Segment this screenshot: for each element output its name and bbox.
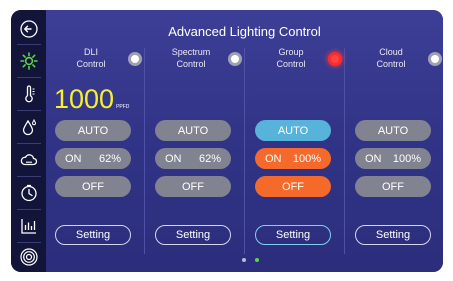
cloud-control-column: Cloud Control AUTO ON 100% OFF Setting [346, 46, 443, 256]
setting-button[interactable]: Setting [255, 225, 331, 245]
column-header: Cloud Control [346, 46, 443, 76]
chart-icon[interactable] [16, 213, 42, 239]
cloud-icon[interactable] [16, 147, 42, 173]
dli-control-column: DLI Control 1000 PPFD AUTO ON 62% OFF Sett… [46, 46, 146, 256]
column-label: Cloud Control [376, 47, 406, 69]
off-button[interactable]: OFF [155, 176, 231, 197]
spectrum-select-radio[interactable] [228, 52, 242, 66]
back-arrow-icon[interactable] [16, 16, 42, 42]
on-label: ON [265, 152, 282, 165]
timer-icon[interactable] [16, 180, 42, 206]
dli-unit: PPFD [116, 104, 130, 110]
dli-value: 1000 [54, 84, 115, 114]
on-button[interactable]: ON 100% [255, 148, 331, 169]
sun-icon[interactable] [16, 48, 42, 74]
spectrum-control-column: Spectrum Control AUTO ON 62% OFF Setting [146, 46, 246, 256]
group-select-radio[interactable] [328, 52, 342, 66]
column-label: Spectrum Control [171, 47, 211, 69]
off-button[interactable]: OFF [55, 176, 131, 197]
column-header: Group Control [246, 46, 346, 76]
sidebar-divider [17, 242, 41, 243]
on-percent: 100% [392, 152, 421, 165]
sidebar-divider [17, 176, 41, 177]
sidebar-divider [17, 110, 41, 111]
auto-button[interactable]: AUTO [155, 120, 231, 141]
on-label: ON [65, 152, 82, 165]
device-screen: Advanced Lighting Control DLI Control 10… [11, 10, 443, 272]
setting-button[interactable]: Setting [55, 225, 131, 245]
main-panel: Advanced Lighting Control DLI Control 10… [46, 10, 443, 272]
column-header: DLI Control [46, 46, 146, 76]
setting-button[interactable]: Setting [155, 225, 231, 245]
off-button[interactable]: OFF [355, 176, 431, 197]
on-percent: 100% [292, 152, 321, 165]
sidebar-divider [17, 44, 41, 45]
on-button[interactable]: ON 62% [55, 148, 131, 169]
sidebar [11, 10, 46, 272]
column-label: Group Control [276, 47, 306, 69]
off-button[interactable]: OFF [255, 176, 331, 197]
dli-select-radio[interactable] [128, 52, 142, 66]
column-header: Spectrum Control [146, 46, 246, 76]
on-label: ON [165, 152, 182, 165]
group-control-column: Group Control AUTO ON 100% OFF Setting [246, 46, 346, 256]
page-indicator [46, 258, 443, 266]
on-percent: 62% [98, 152, 121, 165]
auto-button[interactable]: AUTO [55, 120, 131, 141]
sidebar-divider [17, 77, 41, 78]
page-dot-active[interactable] [255, 258, 259, 262]
on-button[interactable]: ON 100% [355, 148, 431, 169]
page-dot[interactable] [242, 258, 246, 262]
sidebar-divider [17, 209, 41, 210]
sidebar-divider [17, 143, 41, 144]
dli-value-readout: 1000 PPFD [54, 84, 129, 115]
humidity-drop-icon[interactable] [16, 114, 42, 140]
on-percent: 62% [198, 152, 221, 165]
column-label: DLI Control [76, 47, 106, 69]
cloud-select-radio[interactable] [428, 52, 442, 66]
auto-button[interactable]: AUTO [355, 120, 431, 141]
target-icon[interactable] [16, 244, 42, 270]
page-title: Advanced Lighting Control [168, 24, 321, 39]
thermometer-icon[interactable] [16, 81, 42, 107]
on-label: ON [365, 152, 382, 165]
setting-button[interactable]: Setting [355, 225, 431, 245]
on-button[interactable]: ON 62% [155, 148, 231, 169]
auto-button[interactable]: AUTO [255, 120, 331, 141]
